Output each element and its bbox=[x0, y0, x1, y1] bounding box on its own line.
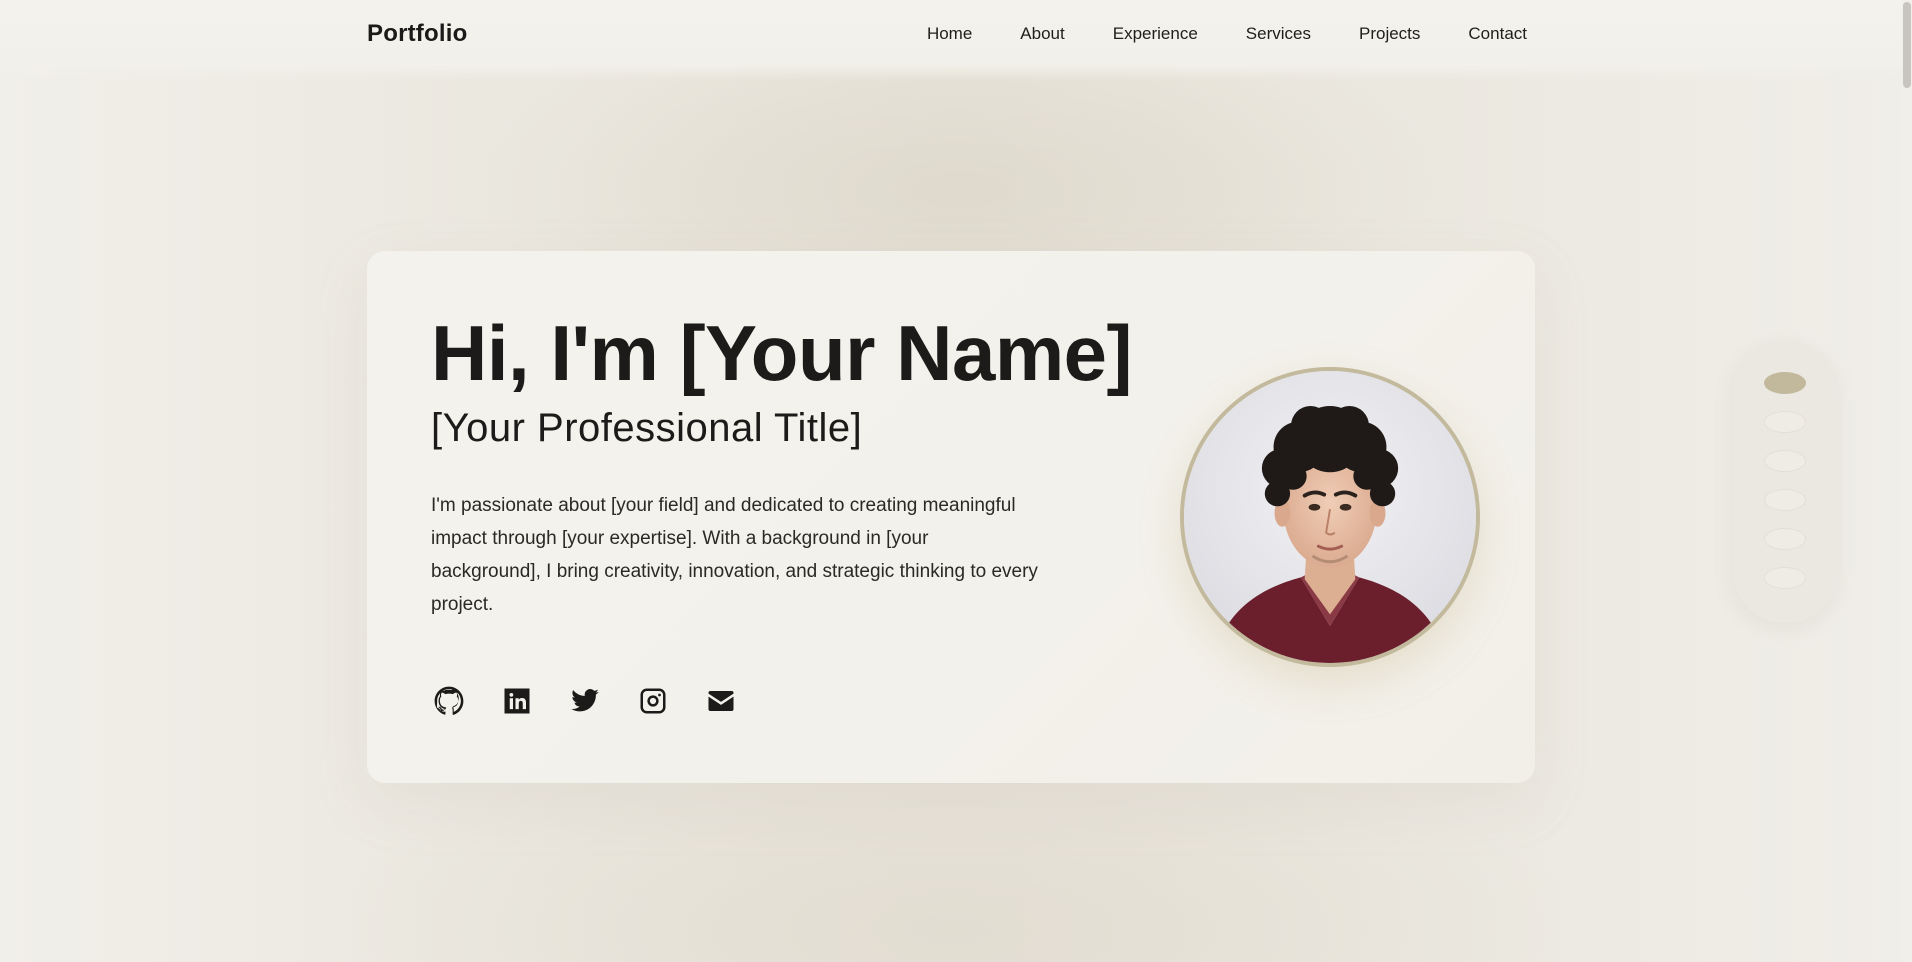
github-icon bbox=[434, 686, 464, 715]
brand-logo[interactable]: Portfolio bbox=[367, 20, 467, 48]
section-dot-3[interactable] bbox=[1764, 450, 1806, 472]
nav-links: Home About Experience Services Projects … bbox=[927, 24, 1527, 44]
email-link[interactable] bbox=[703, 683, 739, 719]
nav-about-link[interactable]: About bbox=[1020, 24, 1064, 44]
hero-name-heading: Hi, I'm [Your Name] bbox=[431, 309, 1133, 397]
nav-services-link[interactable]: Services bbox=[1246, 24, 1311, 44]
page-scrollbar[interactable] bbox=[1902, 0, 1912, 962]
github-link[interactable] bbox=[431, 683, 467, 719]
hero-card: Hi, I'm [Your Name] [Your Professional T… bbox=[367, 251, 1535, 783]
nav-contact-link[interactable]: Contact bbox=[1468, 24, 1527, 44]
section-dot-1[interactable] bbox=[1764, 372, 1806, 394]
hero-bio-text: I'm passionate about [your field] and de… bbox=[431, 495, 1038, 615]
email-icon bbox=[708, 691, 734, 711]
linkedin-link[interactable] bbox=[499, 683, 535, 719]
twitter-icon bbox=[571, 689, 599, 712]
top-navbar: Portfolio Home About Experience Services… bbox=[0, 0, 1902, 80]
profile-photo bbox=[1180, 367, 1480, 667]
section-dot-2[interactable] bbox=[1764, 411, 1806, 433]
instagram-icon bbox=[640, 688, 666, 714]
section-dot-6[interactable] bbox=[1764, 567, 1806, 589]
instagram-link[interactable] bbox=[635, 683, 671, 719]
scrollbar-thumb[interactable] bbox=[1903, 2, 1911, 88]
section-dot-5[interactable] bbox=[1764, 528, 1806, 550]
linkedin-icon bbox=[504, 688, 530, 714]
section-dot-4[interactable] bbox=[1764, 489, 1806, 511]
social-links bbox=[431, 683, 771, 719]
hero-professional-title: [Your Professional Title] bbox=[431, 406, 863, 450]
nav-projects-link[interactable]: Projects bbox=[1359, 24, 1420, 44]
nav-home-link[interactable]: Home bbox=[927, 24, 972, 44]
nav-experience-link[interactable]: Experience bbox=[1113, 24, 1198, 44]
twitter-link[interactable] bbox=[567, 683, 603, 719]
profile-portrait-illustration bbox=[1184, 371, 1476, 663]
section-dot-nav bbox=[1733, 340, 1838, 623]
